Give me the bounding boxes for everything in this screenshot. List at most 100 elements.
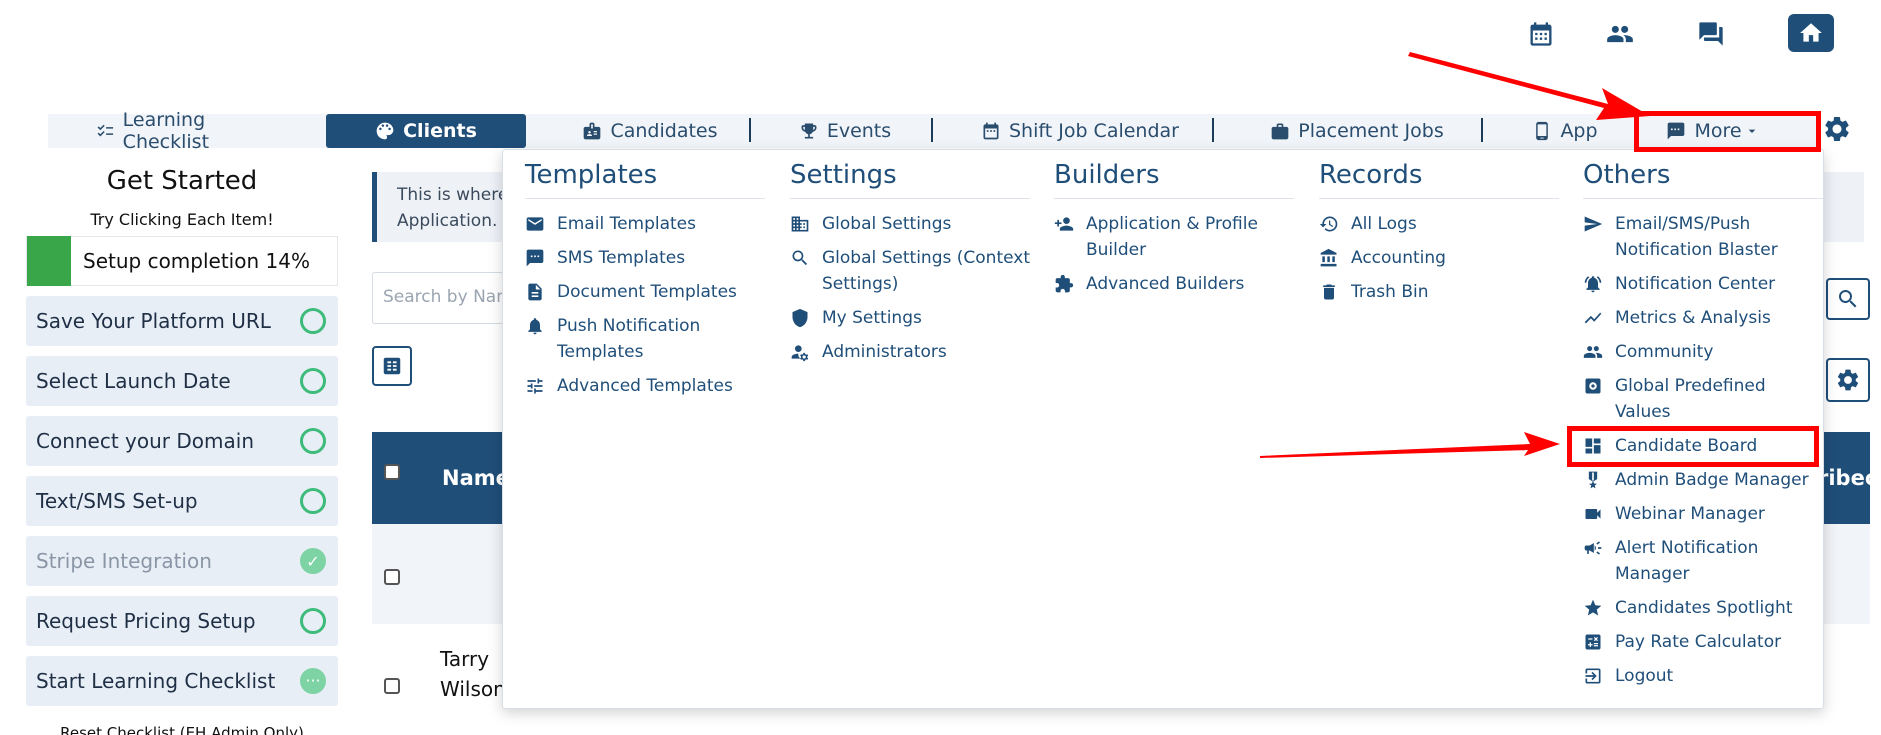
status-circle-icon [300,368,326,394]
column-header-subscribed[interactable]: ribec [1818,466,1870,490]
megaphone-icon [1584,541,1602,555]
nav-separator [1212,118,1214,142]
tab-candidates[interactable]: Candidates [570,114,730,148]
menu-item-label: Application & Profile Builder [1086,214,1258,260]
menu-item-all-logs[interactable]: All Logs [1319,211,1559,237]
progress-bar-fill [27,236,71,286]
user-plus-icon [1054,217,1074,231]
gear-box-icon [1585,378,1601,394]
menu-item-email-templates[interactable]: Email Templates [525,211,765,237]
menu-item-document-templates[interactable]: Document Templates [525,279,765,305]
row-checkbox[interactable] [384,569,400,585]
puzzle-icon [1055,274,1074,293]
palette-icon [376,122,394,140]
menu-item-notification-blaster[interactable]: Email/SMS/Push Notification Blaster [1583,211,1823,263]
envelope-icon [526,217,544,231]
settings-gear-button[interactable] [1822,114,1856,148]
sliders-icon [527,378,543,394]
progress-label: Setup completion 14% [83,249,310,273]
menu-item-notification-center[interactable]: Notification Center [1583,271,1823,297]
menu-item-global-settings[interactable]: Global Settings [790,211,1030,237]
search-input[interactable]: Search by Nam [372,272,517,324]
table-settings-button[interactable] [1826,358,1870,402]
row-checkbox[interactable] [384,678,400,694]
tab-clients[interactable]: Clients [326,114,526,148]
checklist-item-learning[interactable]: Start Learning Checklist ··· [26,656,338,706]
tab-label: Learning Checklist [122,109,210,153]
home-icon [1800,23,1822,42]
ellipsis-circle-icon: ··· [300,668,326,694]
menu-item-label: Email Templates [557,214,696,234]
menu-item-candidates-spotlight[interactable]: Candidates Spotlight [1583,595,1823,621]
calendar-icon [983,122,999,140]
checklist-item-stripe[interactable]: Stripe Integration ✓ [26,536,338,586]
menu-item-community[interactable]: Community [1583,339,1823,365]
checklist-item-connect-domain[interactable]: Connect your Domain [26,416,338,466]
info-text-line: Application. [397,211,498,231]
menu-column-builders: Builders Application & Profile Builder A… [1054,160,1294,305]
menu-item-label: Metrics & Analysis [1615,308,1771,328]
menu-item-pay-rate-calculator[interactable]: Pay Rate Calculator [1583,629,1823,655]
menu-item-label: Administrators [822,342,947,362]
bell-icon [528,318,542,335]
menu-item-label: Global Settings (Context Settings) [822,248,1030,294]
calendar-icon[interactable] [1521,14,1561,54]
menu-item-advanced-builders[interactable]: Advanced Builders [1054,271,1294,297]
chat-icon[interactable] [1691,14,1731,54]
menu-item-label: Trash Bin [1351,282,1429,302]
menu-item-metrics-analysis[interactable]: Metrics & Analysis [1583,305,1823,331]
menu-item-my-settings[interactable]: My Settings [790,305,1030,331]
menu-item-webinar-manager[interactable]: Webinar Manager [1583,501,1823,527]
tab-label: Clients [403,120,477,142]
tab-shift-job-calendar[interactable]: Shift Job Calendar [980,114,1180,148]
menu-item-administrators[interactable]: Administrators [790,339,1030,365]
menu-item-trash-bin[interactable]: Trash Bin [1319,279,1559,305]
menu-item-sms-templates[interactable]: SMS Templates [525,245,765,271]
tab-label: Candidates [610,120,718,142]
menu-item-label: Push Notification Templates [557,316,701,362]
menu-item-admin-badge-manager[interactable]: Admin Badge Manager [1583,467,1823,493]
tab-events[interactable]: Events [790,114,900,148]
tab-app[interactable]: App [1520,114,1610,148]
search-button[interactable] [1826,278,1870,320]
menu-item-push-notification-templates[interactable]: Push Notification Templates [525,313,765,365]
logout-icon [1585,668,1601,684]
menu-item-application-profile-builder[interactable]: Application & Profile Builder [1054,211,1294,263]
calculator-icon [1585,634,1601,650]
menu-item-label: Global Settings [822,214,952,234]
menu-item-label: Candidates Spotlight [1615,598,1793,618]
nav-separator [931,118,933,142]
status-circle-icon [300,428,326,454]
tab-placement-jobs[interactable]: Placement Jobs [1262,114,1452,148]
user-gear-icon [791,345,809,362]
menu-item-accounting[interactable]: Accounting [1319,245,1559,271]
gear-icon [1837,369,1859,391]
video-icon [1585,509,1601,519]
checklist-item-save-url[interactable]: Save Your Platform URL [26,296,338,346]
calculator-icon [383,357,401,375]
info-banner-end [1818,172,1864,242]
table-view-button[interactable] [372,346,412,386]
checklist-item-launch-date[interactable]: Select Launch Date [26,356,338,406]
menu-item-alert-notification-manager[interactable]: Alert Notification Manager [1583,535,1823,587]
home-button[interactable] [1788,14,1834,52]
menu-item-global-predefined-values[interactable]: Global Predefined Values [1583,373,1823,425]
checklist-item-pricing[interactable]: Request Pricing Setup [26,596,338,646]
select-all-checkbox[interactable] [384,464,400,480]
highlight-box-candidate-board [1567,426,1819,467]
menu-item-label: Webinar Manager [1615,504,1765,524]
checklist-item-sms-setup[interactable]: Text/SMS Set-up [26,476,338,526]
tab-learning-checklist[interactable]: Learning Checklist [96,109,286,153]
menu-item-advanced-templates[interactable]: Advanced Templates [525,373,765,399]
star-icon [1584,599,1602,616]
status-circle-icon [300,488,326,514]
people-icon[interactable] [1600,14,1640,54]
reset-checklist-link[interactable]: Reset Checklist (EH Admin Only) [26,724,338,735]
checklist-item-label: Select Launch Date [36,369,231,393]
menu-item-logout[interactable]: Logout [1583,663,1823,689]
menu-item-label: All Logs [1351,214,1417,234]
column-header-name[interactable]: Name [442,466,510,490]
menu-item-global-settings-context[interactable]: Global Settings (Context Settings) [790,245,1030,297]
tab-label: Events [826,120,892,142]
checklist-item-label: Stripe Integration [36,549,212,573]
